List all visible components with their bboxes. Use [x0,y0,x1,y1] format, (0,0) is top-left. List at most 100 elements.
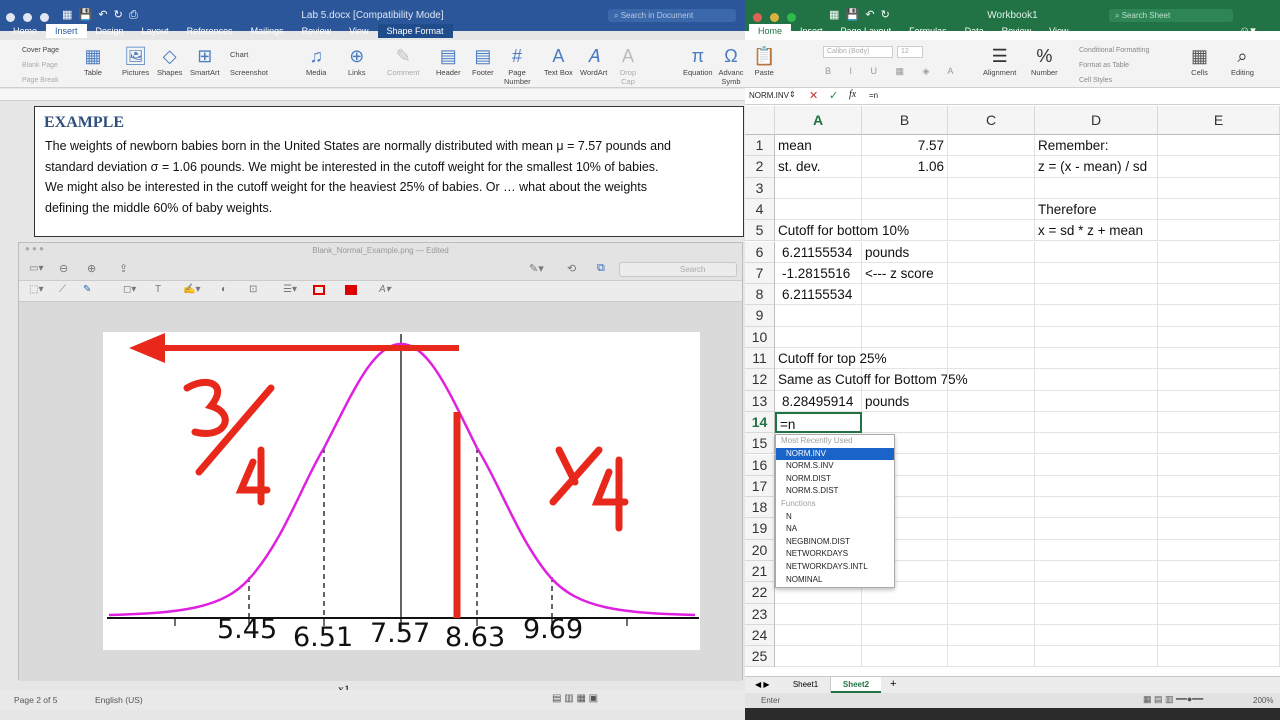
row-header[interactable]: 21 [745,561,775,583]
cell-e1[interactable] [1158,135,1280,157]
cell-e12[interactable] [1158,369,1280,391]
tab-data[interactable]: Data [956,24,993,38]
number-button[interactable]: % Number [1031,44,1058,77]
row-header[interactable]: 2 [745,156,775,178]
row-header[interactable]: 14 [745,411,775,434]
format-as-table-button[interactable]: Format as Table [1079,58,1149,73]
cell-a23[interactable] [775,603,862,625]
cell-b9[interactable] [862,305,948,327]
row-header[interactable]: 16 [745,454,775,476]
cell-d15[interactable] [1035,433,1158,455]
page-count[interactable]: Page 2 of 5 [14,695,57,705]
cell-b10[interactable] [862,326,948,348]
cell-b13[interactable]: pounds [862,390,948,412]
alignment-button[interactable]: ☰ Alignment [983,44,1016,77]
ac-item-norm-s-dist[interactable]: NORM.S.DIST [776,485,894,498]
tab-insert[interactable]: Insert [46,24,87,38]
cell-e3[interactable] [1158,177,1280,199]
sheet-tab-sheet2[interactable]: Sheet2 [831,677,881,693]
cell-d13[interactable] [1035,390,1158,412]
row-header[interactable]: 23 [745,603,775,625]
cell-c14[interactable] [948,411,1035,434]
links-button[interactable]: ⊕ Links [348,44,366,77]
cell-d16[interactable] [1035,454,1158,476]
equation-button[interactable]: π Equation [683,44,713,77]
cell-d21[interactable] [1035,561,1158,583]
tab-review[interactable]: Review [293,24,341,38]
cell-d5[interactable]: x = sd * z + mean [1035,220,1158,242]
cell-b14[interactable] [862,411,948,434]
text-box-button[interactable]: A Text Box [544,44,573,77]
cell-d6[interactable] [1035,241,1158,263]
cell-b4[interactable] [862,198,948,221]
cell-c22[interactable] [948,582,1035,604]
cell-d1[interactable]: Remember: [1035,135,1158,157]
cell-c2[interactable] [948,156,1035,178]
cell-b12[interactable] [862,369,948,391]
shape-style-icon[interactable]: ☰▾ [283,284,297,295]
cell-a2[interactable]: st. dev. [775,156,862,178]
cell-e5[interactable] [1158,220,1280,242]
view-icons[interactable]: ▤ ▥ ▦ ▣ [552,693,598,704]
ac-item-networkdays[interactable]: NETWORKDAYS [776,548,894,561]
cell-c5[interactable] [948,220,1035,242]
conditional-formatting-button[interactable]: Conditional Formatting [1079,43,1149,58]
cell-e4[interactable] [1158,198,1280,221]
markup-icon[interactable]: ✎▾ [529,262,544,275]
sheet-tab-sheet1[interactable]: Sheet1 [781,677,831,693]
cell-e11[interactable] [1158,348,1280,370]
footer-button[interactable]: ▤ Footer [472,44,494,77]
add-sheet-button[interactable]: + [890,678,896,690]
cell-c19[interactable] [948,518,1035,540]
row-header[interactable]: 3 [745,177,775,199]
drop-cap-button[interactable]: A Drop Cap [618,44,638,86]
cell-c23[interactable] [948,603,1035,625]
cell-b3[interactable] [862,177,948,199]
cell-b11[interactable] [862,348,948,370]
cell-e23[interactable] [1158,603,1280,625]
ac-item-networkdays-intl[interactable]: NETWORKDAYS.INTL [776,561,894,574]
cell-e9[interactable] [1158,305,1280,327]
cells-button[interactable]: ▦ Cells [1191,44,1208,77]
zoom-level[interactable]: 200% [1253,696,1273,705]
cell-a12[interactable]: Same as Cutoff for Bottom 75% [775,369,968,391]
cell-a11[interactable]: Cutoff for top 25% [775,348,887,370]
cell-d9[interactable] [1035,305,1158,327]
cell-b2[interactable]: 1.06 [862,156,948,178]
smartart-button[interactable]: ⊞ SmartArt [190,44,220,77]
tab-insert[interactable]: Insert [791,24,832,38]
column-header-c[interactable]: C [948,106,1035,135]
cell-c16[interactable] [948,454,1035,476]
cell-b25[interactable] [862,646,948,668]
tab-page-layout[interactable]: Page Layout [832,24,901,38]
row-header[interactable]: 7 [745,262,775,285]
font-name-select[interactable]: Calibri (Body) [823,46,893,58]
tab-view[interactable]: View [340,24,377,38]
sign-icon[interactable]: ✍▾ [183,284,200,295]
adjust-size-icon[interactable]: ⊡ [249,284,257,295]
cell-e16[interactable] [1158,454,1280,476]
cell-c10[interactable] [948,326,1035,348]
cell-e22[interactable] [1158,582,1280,604]
row-header[interactable]: 1 [745,135,775,157]
comment-button[interactable]: ✎ Comment [387,44,420,77]
tab-shape-format[interactable]: Shape Format [377,24,453,38]
wordart-button[interactable]: 𝐴 WordArt [580,44,607,77]
cell-a25[interactable] [775,646,862,668]
row-header[interactable]: 18 [745,497,775,519]
cell-b8[interactable] [862,284,948,306]
cell-c25[interactable] [948,646,1035,668]
screenshot-button[interactable]: Screenshot [230,64,268,82]
cell-e24[interactable] [1158,624,1280,647]
cell-d20[interactable] [1035,539,1158,561]
cell-a7[interactable]: -1.2815516 [775,262,862,285]
preview-search-input[interactable]: Search [619,262,737,277]
name-box-dropdown-icon[interactable]: ⇕ [789,90,796,99]
cell-e14[interactable] [1158,411,1280,434]
cell-e7[interactable] [1158,262,1280,285]
cell-c11[interactable] [948,348,1035,370]
sheet-search-input[interactable]: ⌕ Search Sheet [1109,9,1233,22]
row-header[interactable]: 20 [745,539,775,561]
selection-icon[interactable]: ⬚▾ [29,284,43,295]
cell-d10[interactable] [1035,326,1158,348]
